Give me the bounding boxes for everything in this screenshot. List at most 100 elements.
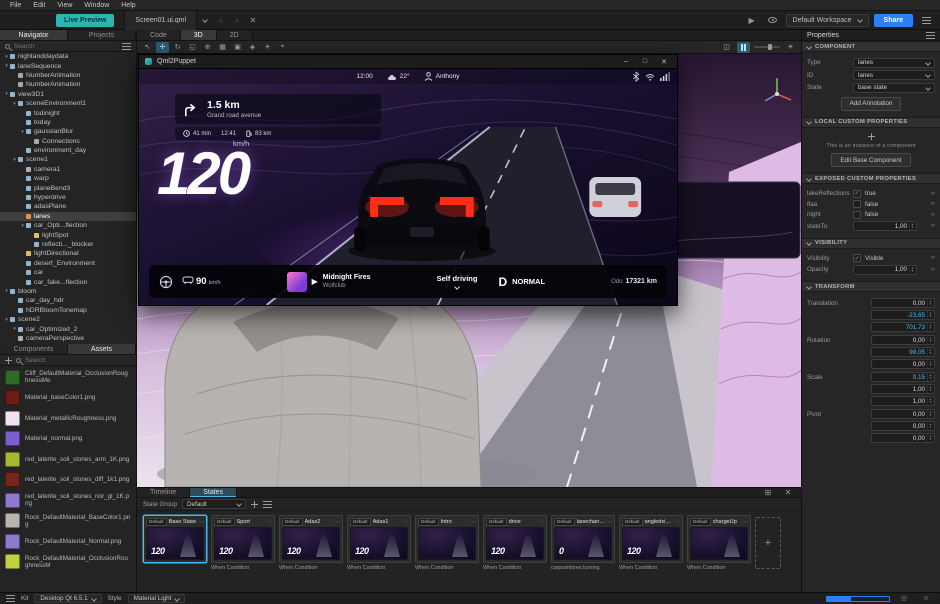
binding-link-icon[interactable]: ∞ bbox=[931, 223, 935, 229]
expander-icon[interactable]: ▾ bbox=[11, 157, 18, 163]
pivot-y-input[interactable]: 0,00▴▾ bbox=[871, 421, 935, 431]
spin-arrows[interactable]: ▴▾ bbox=[927, 397, 933, 405]
translation-y-input[interactable]: -23,65▴▾ bbox=[871, 310, 935, 320]
scale-z-input[interactable]: 1,00▴▾ bbox=[871, 396, 935, 406]
back-icon[interactable]: ‹ bbox=[214, 13, 228, 27]
tree-item-environment-day[interactable]: environment_day bbox=[0, 146, 136, 155]
preview-eye-icon[interactable] bbox=[766, 13, 780, 27]
visibility-checkbox[interactable]: ✓ bbox=[853, 254, 861, 262]
expander-icon[interactable]: ▾ bbox=[19, 129, 26, 135]
translation-z-input[interactable]: 701,73▴▾ bbox=[871, 322, 935, 332]
section-header-visibility[interactable]: Visibility bbox=[802, 238, 940, 249]
expander-icon[interactable]: ▾ bbox=[3, 63, 10, 69]
assets-search-input[interactable] bbox=[25, 357, 131, 364]
state-menu-icon[interactable]: ⋯ bbox=[743, 519, 748, 525]
navigator-search-input[interactable] bbox=[14, 43, 118, 50]
expander-icon[interactable]: ▾ bbox=[3, 288, 10, 294]
flaa-checkbox[interactable] bbox=[853, 200, 861, 208]
tree-item-numberanimation[interactable]: NumberAnimation bbox=[0, 80, 136, 89]
tree-item-bloom[interactable]: ▾bloom bbox=[0, 287, 136, 296]
state-field[interactable]: base state bbox=[853, 83, 935, 93]
live-preview-button[interactable]: Live Preview bbox=[56, 14, 114, 27]
tree-item-view3d1[interactable]: ▾view3D1 bbox=[0, 90, 136, 99]
style-selector[interactable]: Material Light bbox=[128, 594, 186, 603]
menu-view[interactable]: View bbox=[51, 0, 78, 11]
expander-icon[interactable]: ▾ bbox=[3, 317, 10, 323]
tab-assets[interactable]: Assets bbox=[68, 344, 136, 354]
play-icon[interactable]: ▶ bbox=[312, 277, 318, 286]
maximize-button[interactable]: □ bbox=[638, 56, 652, 68]
expander-icon[interactable]: ▾ bbox=[3, 54, 10, 60]
menu-edit[interactable]: Edit bbox=[27, 0, 51, 11]
tree-item-todinight[interactable]: todinight bbox=[0, 108, 136, 117]
spin-arrows[interactable]: ▴▾ bbox=[909, 222, 915, 230]
properties-menu-icon[interactable] bbox=[926, 32, 935, 39]
add-property-icon[interactable] bbox=[868, 133, 875, 140]
run-project-icon[interactable]: ▶ bbox=[745, 13, 759, 27]
pause-particles-icon[interactable] bbox=[737, 42, 750, 53]
state-thumbnail[interactable]: 0 bbox=[554, 527, 612, 560]
state-menu-icon[interactable]: ⋯ bbox=[335, 519, 340, 525]
spin-arrows[interactable]: ▴▾ bbox=[927, 336, 933, 344]
tree-item-planebend3[interactable]: planeBend3 bbox=[0, 183, 136, 192]
asset-item-cliff-defaultmaterial-occlusionroughnessme[interactable]: Cliff_DefaultMaterial_OcclusionRoughness… bbox=[0, 367, 136, 388]
pivot-x-input[interactable]: 0,00▴▾ bbox=[871, 409, 935, 419]
tree-item-car-day-hdr[interactable]: car_day_hdr bbox=[0, 296, 136, 305]
tab-projects[interactable]: Projects bbox=[68, 30, 136, 40]
tab-navigator[interactable]: Navigator bbox=[0, 30, 68, 40]
section-header-component[interactable]: Component bbox=[802, 41, 940, 52]
tree-item-lightdirectional[interactable]: lightDirectional bbox=[0, 249, 136, 258]
rotate-tool-icon[interactable]: ↻ bbox=[171, 42, 184, 53]
align-camera-icon[interactable]: ▣ bbox=[231, 42, 244, 53]
night-checkbox[interactable] bbox=[853, 211, 861, 219]
state-menu-icon[interactable]: ⋯ bbox=[267, 519, 272, 525]
spin-arrows[interactable]: ▴▾ bbox=[927, 311, 933, 319]
state-card-base-state[interactable]: DefaultBase State⋯120 bbox=[143, 515, 207, 572]
scale-y-input[interactable]: 1,00▴▾ bbox=[871, 384, 935, 394]
type-field[interactable]: lanes bbox=[853, 58, 935, 68]
state-card-adas1[interactable]: DefaultAdas1⋯120When Condition bbox=[347, 515, 411, 572]
tree-item-scene2[interactable]: ▾scene2 bbox=[0, 315, 136, 324]
orientation-toggle-icon[interactable]: ⊕ bbox=[201, 42, 214, 53]
spin-arrows[interactable]: ▴▾ bbox=[927, 385, 933, 393]
section-header-exposed-custom-properties[interactable]: Exposed Custom Properties bbox=[802, 173, 940, 184]
state-card-adas2[interactable]: DefaultAdas2⋯120When Condition bbox=[279, 515, 343, 572]
menu-file[interactable]: File bbox=[4, 0, 27, 11]
state-menu-icon[interactable]: ⋯ bbox=[675, 519, 680, 525]
expander-icon[interactable]: ▾ bbox=[11, 101, 18, 107]
tree-item-cameraperspective[interactable]: cameraPerspective bbox=[0, 334, 136, 343]
menu-help[interactable]: Help bbox=[115, 0, 141, 11]
light-bulb-icon[interactable]: ☀ bbox=[784, 42, 797, 53]
spin-arrows[interactable]: ▴▾ bbox=[927, 299, 933, 307]
tree-item-numberanimation[interactable]: NumberAnimation bbox=[0, 71, 136, 80]
spin-arrows[interactable]: ▴▾ bbox=[927, 360, 933, 368]
state-thumbnail[interactable]: 120 bbox=[214, 527, 272, 560]
tree-item-camera1[interactable]: camera1 bbox=[0, 165, 136, 174]
qml-puppet-window[interactable]: Qml2Puppet – □ ✕ bbox=[138, 54, 678, 306]
asset-item-material-metallicroughness-png[interactable]: Material_metallicRoughness.png bbox=[0, 408, 136, 429]
id-field[interactable]: lanes bbox=[853, 70, 935, 80]
section-header-transform[interactable]: Transform bbox=[802, 281, 940, 292]
stateto-input[interactable]: 1,00▴▾ bbox=[853, 221, 917, 231]
split-view-icon[interactable]: ◫ bbox=[720, 42, 733, 53]
state-thumbnail[interactable] bbox=[690, 527, 748, 560]
wireframe-toggle-icon[interactable]: ◈ bbox=[246, 42, 259, 53]
issues-icon[interactable]: ✕ bbox=[919, 592, 933, 604]
tree-item-desert-environment[interactable]: desert_Environment bbox=[0, 259, 136, 268]
state-thumbnail[interactable]: 120 bbox=[622, 527, 680, 560]
add-state-button[interactable]: + bbox=[755, 517, 781, 569]
tree-item-car-optimized-2[interactable]: ▾car_Optimized_2 bbox=[0, 324, 136, 333]
state-group-menu-icon[interactable] bbox=[263, 501, 272, 508]
binding-link-icon[interactable]: ∞ bbox=[931, 201, 935, 207]
add-annotation-button[interactable]: Add Annotation bbox=[841, 97, 902, 111]
document-dropdown-icon[interactable] bbox=[198, 13, 212, 27]
state-menu-icon[interactable]: ⋯ bbox=[539, 519, 544, 525]
state-menu-icon[interactable]: ⋯ bbox=[403, 519, 408, 525]
workspace-selector[interactable]: Default Workspace bbox=[786, 14, 869, 27]
asset-item-red-laterite-soil-stones-arm-1k-png[interactable]: red_laterite_soil_stones_arm_1K.png bbox=[0, 449, 136, 470]
binding-link-icon[interactable]: ∞ bbox=[931, 267, 935, 273]
tree-item-nightanddaydata[interactable]: ▾nightanddaydata bbox=[0, 52, 136, 61]
state-menu-icon[interactable]: ⋯ bbox=[471, 519, 476, 525]
spin-arrows[interactable]: ▴▾ bbox=[909, 266, 915, 274]
tree-item-scene1[interactable]: ▾scene1 bbox=[0, 155, 136, 164]
